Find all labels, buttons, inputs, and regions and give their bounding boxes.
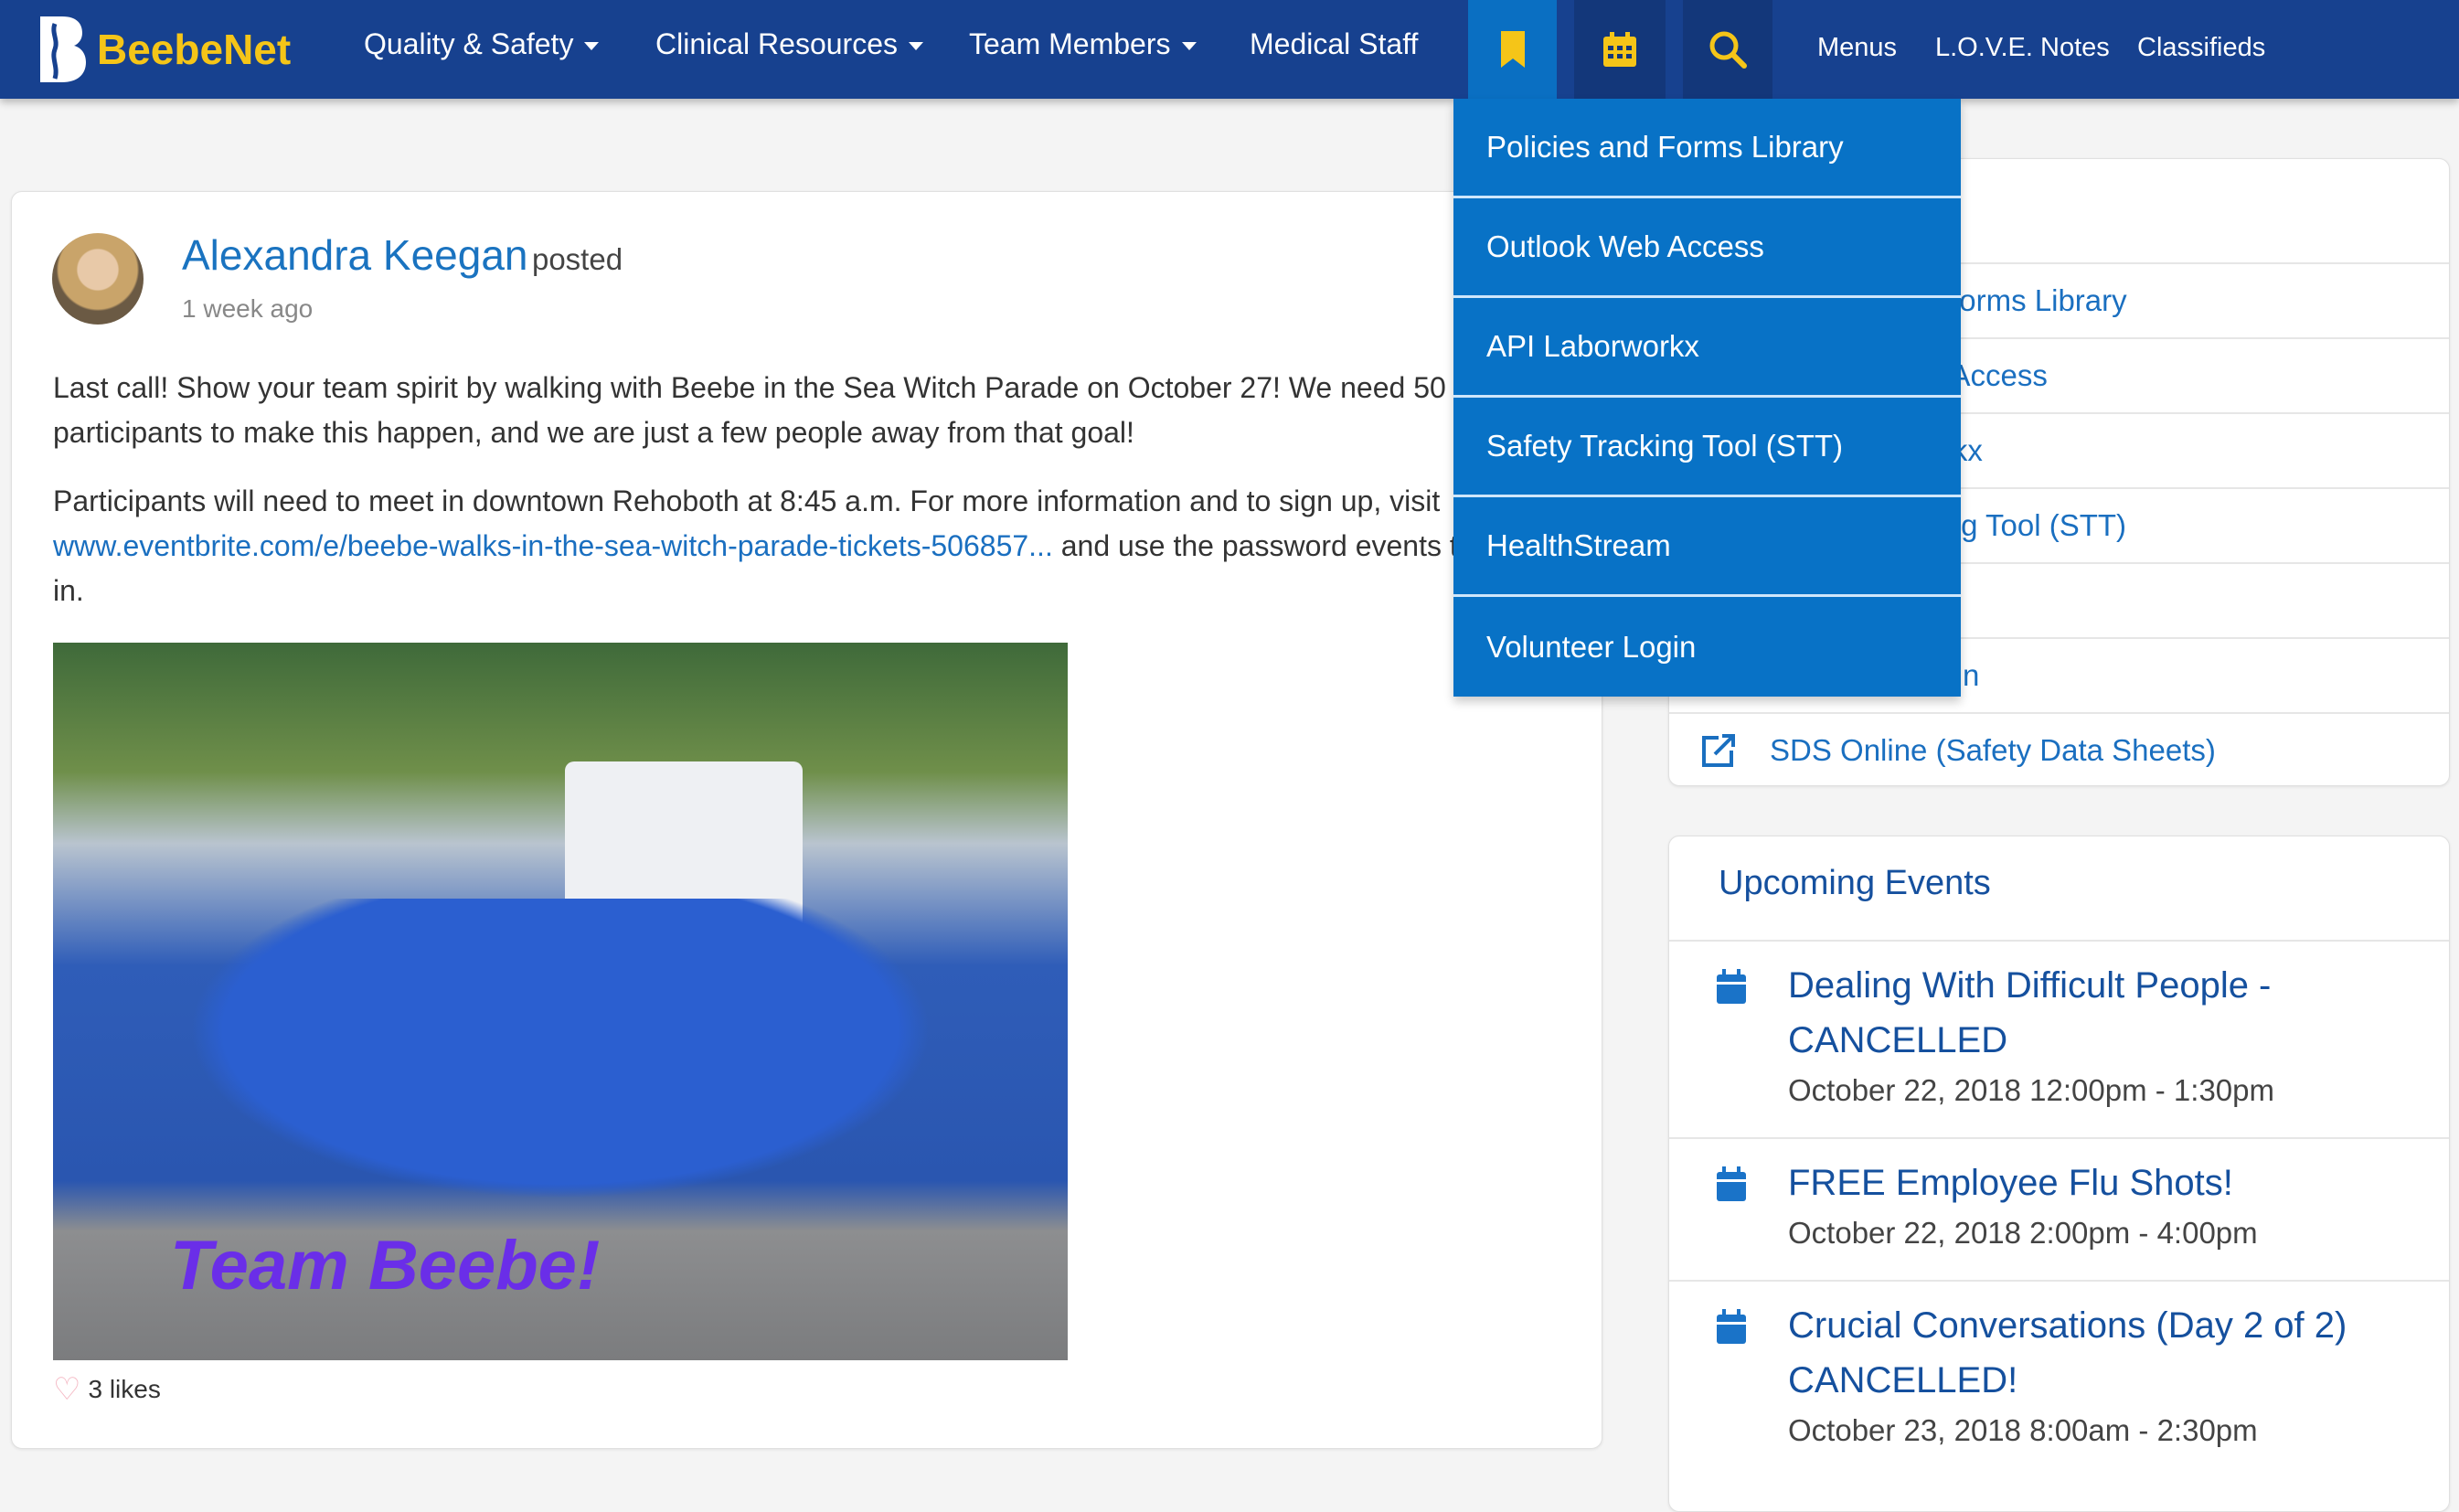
post-image[interactable]: Team Beebe! [53,643,1068,1360]
nav-label: Quality & Safety [364,27,574,60]
event-title[interactable]: FREE Employee Flu Shots! [1788,1155,2449,1210]
eventbrite-link[interactable]: www.eventbrite.com/e/beebe-walks-in-the-… [53,529,1053,562]
events-card: Upcoming Events Dealing With Difficult P… [1668,836,2450,1512]
event-title[interactable]: Dealing With Difficult People - CANCELLE… [1788,958,2300,1068]
calendar-icon [1603,32,1636,67]
event-title[interactable]: Crucial Conversations (Day 2 of 2) CANCE… [1788,1298,2355,1408]
post-card: Alexandra Keegan posted 1 week ago Last … [11,191,1602,1449]
dropdown-item[interactable]: Outlook Web Access [1453,198,1961,298]
event-date: October 23, 2018 8:00am - 2:30pm [1788,1413,2258,1447]
heart-icon[interactable]: ♡ [53,1371,80,1408]
dropdown-item[interactable]: API Laborworkx [1453,298,1961,398]
post-body: Last call! Show your team spirit by walk… [53,366,1552,613]
logo-text: BeebeNet [97,26,292,73]
logo[interactable]: BeebeNet [35,13,291,86]
search-tab[interactable] [1683,0,1772,99]
event-item[interactable]: Crucial Conversations (Day 2 of 2) CANCE… [1669,1280,2449,1477]
event-item[interactable]: FREE Employee Flu Shots! October 22, 201… [1669,1137,2449,1280]
event-item[interactable]: Dealing With Difficult People - CANCELLE… [1669,940,2449,1137]
nav-label: Medical Staff [1250,27,1419,60]
photo-crowd [126,899,995,1228]
nav-team-members[interactable]: Team Members [969,27,1197,61]
quick-link-label: SDS Online (Safety Data Sheets) [1770,733,2216,767]
nav-quality-safety[interactable]: Quality & Safety [364,27,600,61]
calendar-tab[interactable] [1574,0,1666,99]
avatar[interactable] [52,233,144,325]
calendar-icon [1717,1309,1746,1344]
caret-down-icon [584,42,600,51]
bookmarks-tab[interactable] [1468,0,1557,99]
nav-clinical-resources[interactable]: Clinical Resources [655,27,923,61]
logo-b-icon [40,16,86,82]
quick-link-sds[interactable]: SDS Online (Safety Data Sheets) [1669,712,2449,785]
bookmark-icon [1500,31,1525,68]
dropdown-item[interactable]: Volunteer Login [1453,597,1961,697]
post-paragraph: Last call! Show your team spirit by walk… [53,371,1446,449]
image-caption: Team Beebe! [170,1227,601,1304]
likes-count: 3 likes [88,1375,161,1403]
calendar-icon [1717,969,1746,1004]
nav-classifieds[interactable]: Classifieds [2137,33,2265,63]
event-date: October 22, 2018 2:00pm - 4:00pm [1788,1216,2258,1250]
nav-menus[interactable]: Menus [1817,33,1897,63]
nav-medical-staff[interactable]: Medical Staff [1250,27,1418,61]
bookmarks-dropdown: Policies and Forms Library Outlook Web A… [1453,99,1961,697]
likes[interactable]: ♡ 3 likes [53,1371,161,1408]
caret-down-icon [1181,42,1197,51]
text: Participants will need to meet in downto… [53,484,1441,517]
dropdown-item[interactable]: Safety Tracking Tool (STT) [1453,398,1961,497]
events-title: Upcoming Events [1719,864,1991,902]
post-header: Alexandra Keegan posted [182,230,623,280]
post-paragraph: Participants will need to meet in downto… [53,479,1552,613]
post-time[interactable]: 1 week ago [182,294,313,324]
search-icon [1709,31,1747,69]
calendar-icon [1717,1166,1746,1201]
dropdown-item[interactable]: Policies and Forms Library [1453,99,1961,198]
caret-down-icon [908,42,923,51]
author-name[interactable]: Alexandra Keegan [182,231,528,279]
nav-label: Clinical Resources [655,27,898,60]
nav-label: Team Members [969,27,1171,60]
post-action: posted [531,242,623,276]
dropdown-item[interactable]: HealthStream [1453,497,1961,597]
nav-love-notes[interactable]: L.O.V.E. Notes [1935,33,2110,63]
external-link-icon [1702,734,1735,767]
top-nav: BeebeNet Quality & Safety Clinical Resou… [0,0,2459,99]
event-date: October 22, 2018 12:00pm - 1:30pm [1788,1073,2274,1107]
